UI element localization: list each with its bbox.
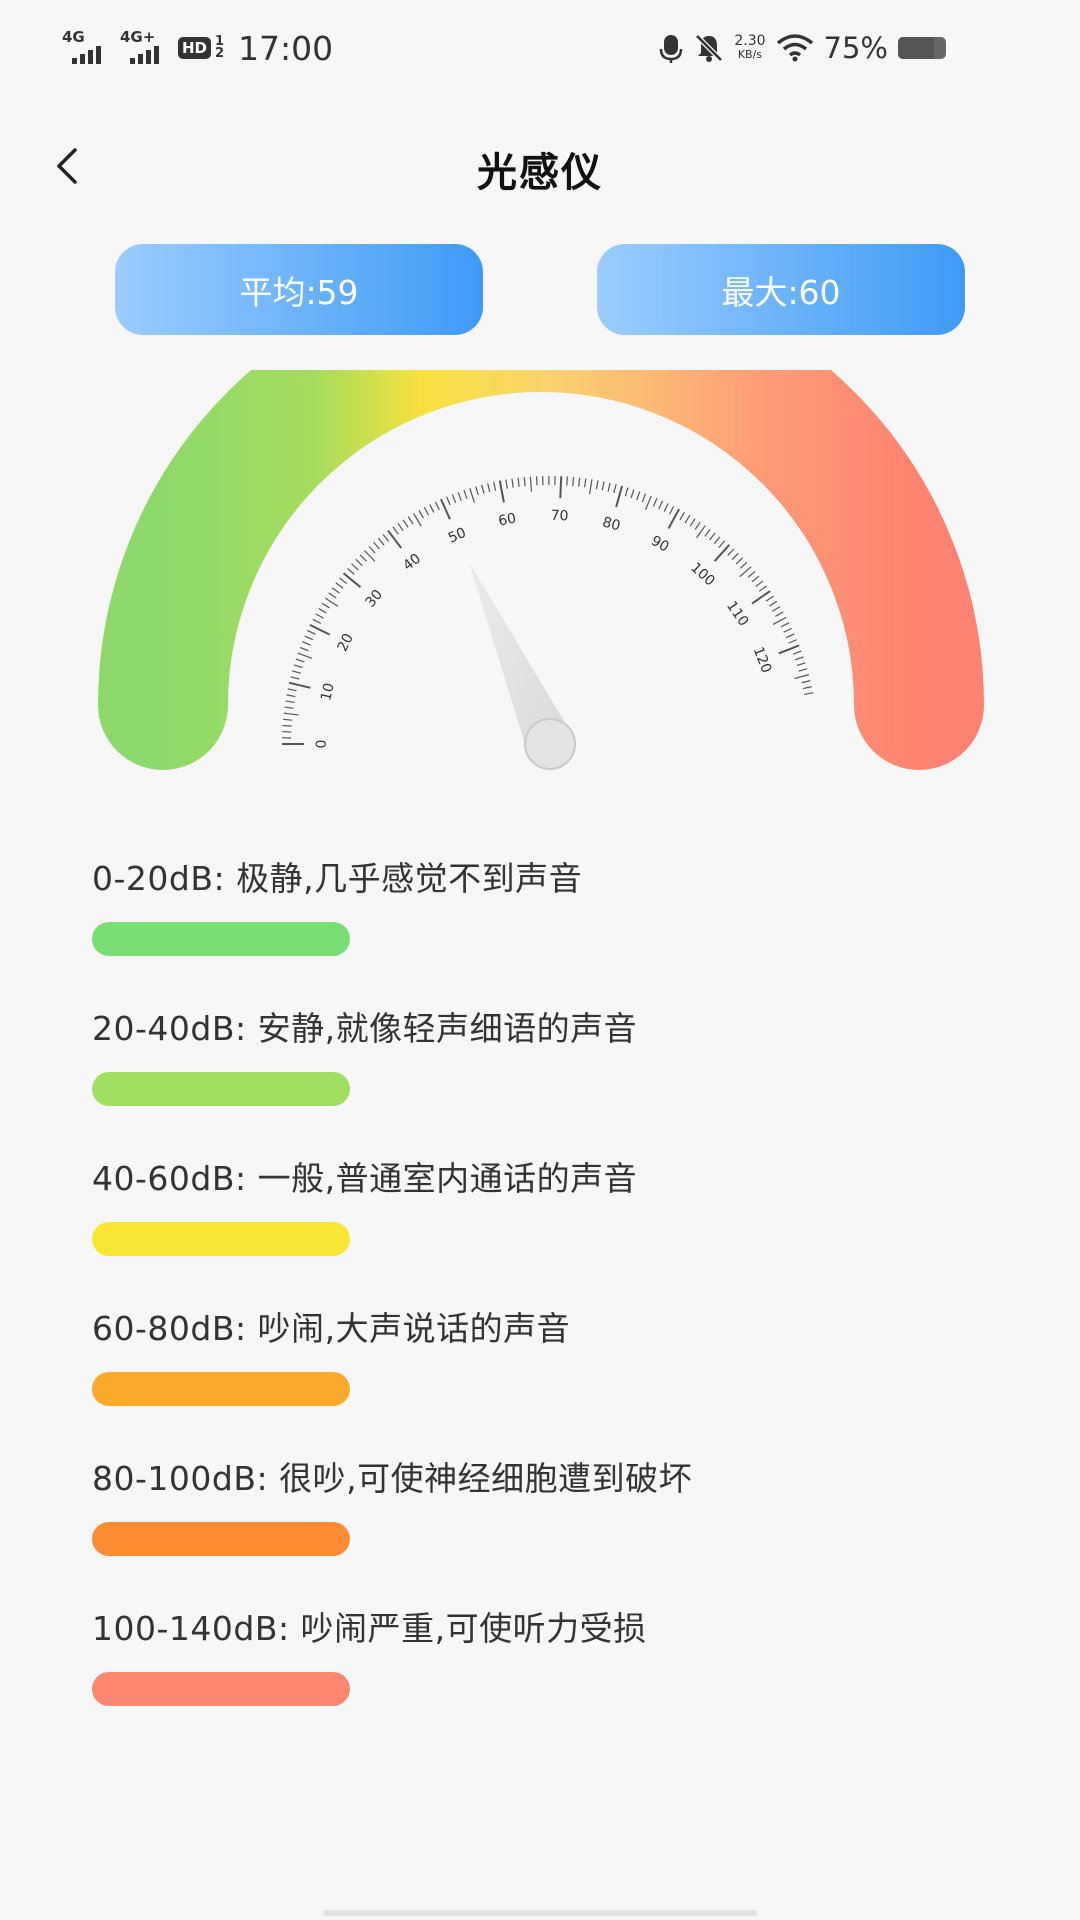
legend-item-80-100db: 80-100dB: 很吵,可使神经细胞遭到破坏 [92, 1452, 992, 1602]
page-title: 光感仪 [477, 150, 603, 196]
gauge-tick [572, 476, 575, 487]
legend-item-40-60db: 40-60dB: 一般,普通室内通话的声音 [92, 1152, 992, 1302]
legend-item-60-80db: 60-80dB: 吵闹,大声说话的声音 [92, 1302, 992, 1452]
gauge-tick-label: 60 [497, 511, 518, 530]
cellular-signal-2-icon: 4G+ [120, 28, 168, 68]
home-indicator [323, 1910, 757, 1916]
legend-item-20-40db: 20-40dB: 安静,就像轻声细语的声音 [92, 1002, 992, 1152]
sound-level-legend: 0-20dB: 极静,几乎感觉不到声音 20-40dB: 安静,就像轻声细语的声… [92, 852, 992, 1752]
hd-fraction: 12 [215, 34, 225, 61]
network-speed: 2.30 KB/s [734, 34, 765, 62]
legend-text: 40-60dB: 一般,普通室内通话的声音 [92, 1159, 638, 1198]
legend-item-0-20db: 0-20dB: 极静,几乎感觉不到声音 [92, 852, 992, 1002]
gauge-needle-hub [524, 718, 576, 770]
signal-1-label: 4G [62, 28, 85, 46]
status-bar-right: 2.30 KB/s 75% [658, 22, 946, 74]
gauge-tick [559, 476, 563, 499]
legend-color-bar [92, 1372, 350, 1406]
legend-item-100-140db: 100-140dB: 吵闹严重,可使听力受损 [92, 1602, 992, 1752]
legend-color-bar [92, 1072, 350, 1106]
legend-text: 0-20dB: 极静,几乎感觉不到声音 [92, 859, 583, 898]
gauge-tick [566, 476, 568, 486]
sound-level-gauge: 0102030405060 70 8090100110120 [98, 370, 984, 770]
legend-color-bar [92, 922, 350, 956]
gauge-tick-label: 70 [550, 508, 568, 525]
status-time: 17:00 [238, 28, 334, 68]
legend-color-bar [92, 1672, 350, 1706]
gauge-tick [283, 718, 293, 721]
legend-color-bar [92, 1222, 350, 1256]
wifi-icon [776, 34, 813, 62]
legend-text: 100-140dB: 吵闹严重,可使听力受损 [92, 1609, 647, 1648]
signal-2-label: 4G+ [120, 28, 156, 46]
microphone-icon [660, 35, 683, 63]
average-value-pill: 平均:59 [115, 244, 483, 335]
battery-icon [898, 37, 946, 59]
legend-text: 80-100dB: 很吵,可使神经细胞遭到破坏 [92, 1459, 693, 1498]
status-bar: 4G 4G+ HD 12 17:00 2.30 KB/s 75% [0, 0, 1080, 96]
battery-percent: 75% [823, 31, 888, 65]
net-speed-value: 2.30 [734, 33, 766, 49]
gauge-tick-label: 0 [314, 740, 330, 749]
mute-bell-icon [695, 34, 724, 62]
status-bar-left: 4G 4G+ HD 12 17:00 [62, 22, 333, 74]
legend-text: 60-80dB: 吵闹,大声说话的声音 [92, 1309, 571, 1348]
net-speed-unit: KB/s [737, 48, 763, 61]
max-value-pill: 最大:60 [597, 244, 965, 335]
legend-text: 20-40dB: 安静,就像轻声细语的声音 [92, 1009, 638, 1048]
cellular-signal-1-icon: 4G [62, 28, 110, 68]
hd-voice-icon: HD [178, 37, 212, 59]
legend-color-bar [92, 1522, 350, 1556]
gauge-tick [282, 724, 292, 727]
